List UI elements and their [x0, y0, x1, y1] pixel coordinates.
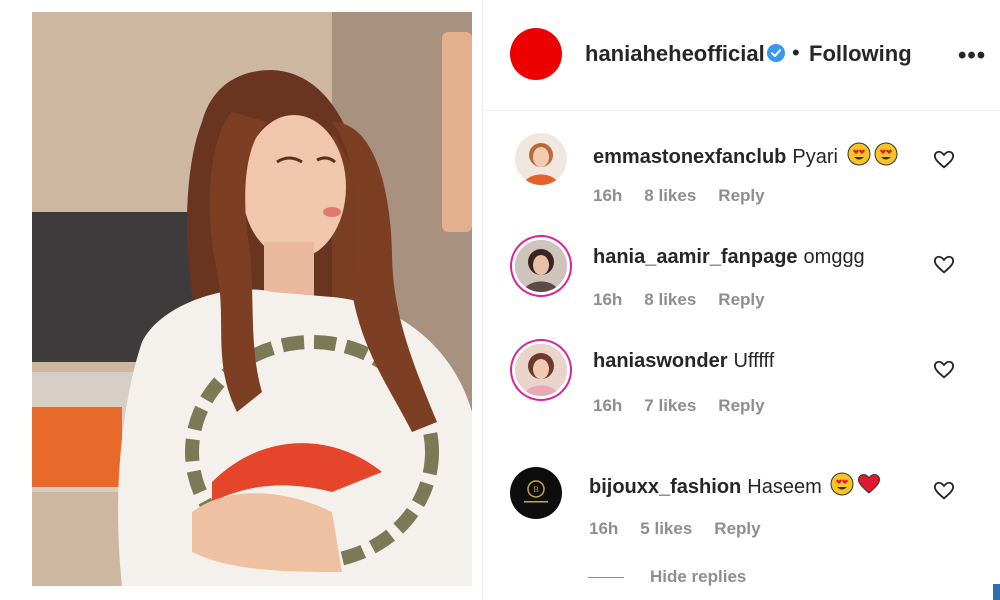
heart-eyes-emoji-icon [847, 142, 871, 166]
comment-line: hania_aamir_fanpage omggg [593, 246, 865, 269]
comment-text: Ufffff [733, 350, 775, 372]
comment-likes[interactable]: 5 likes [640, 519, 692, 538]
like-heart-icon[interactable] [933, 359, 955, 381]
comment-likes[interactable]: 8 likes [644, 290, 696, 309]
post-photo[interactable] [32, 12, 472, 586]
commenter-avatar[interactable] [515, 133, 567, 185]
panel-divider [482, 0, 483, 600]
avatar-image [515, 344, 567, 396]
comment-likes[interactable]: 7 likes [644, 396, 696, 415]
avatar-image: B [510, 467, 562, 519]
comment-time[interactable]: 16h [589, 519, 618, 538]
comment-meta: 16h 5 likes Reply [589, 519, 783, 539]
commenter-avatar[interactable] [515, 344, 567, 396]
comment-meta: 16h 8 likes Reply [593, 290, 787, 310]
avatar-image [515, 133, 567, 185]
comment-item: haniaswonder Ufffff 16h 7 likes Reply [484, 336, 1000, 436]
comment-time[interactable]: 16h [593, 186, 622, 205]
comment-text: omggg [803, 246, 865, 268]
comment-username[interactable]: bijouxx_fashion [589, 476, 741, 498]
more-options-icon[interactable]: ••• [958, 42, 986, 70]
reply-button[interactable]: Reply [718, 396, 764, 415]
heart-eyes-emoji-icon [874, 142, 898, 166]
avatar-image [515, 240, 567, 292]
heart-eyes-emoji-icon [830, 472, 854, 496]
comment-item: hania_aamir_fanpage omggg 16h 8 likes Reply [484, 232, 1000, 332]
replies-divider-line [588, 577, 624, 579]
red-heart-emoji-icon [858, 473, 881, 494]
like-heart-icon[interactable] [933, 254, 955, 276]
reply-button[interactable]: Reply [714, 519, 760, 538]
comment-line: emmastonexfanclub Pyari [593, 142, 898, 169]
comment-meta: 16h 7 likes Reply [593, 396, 787, 416]
comment-username[interactable]: hania_aamir_fanpage [593, 246, 798, 268]
comment-username[interactable]: emmastonexfanclub [593, 146, 786, 168]
following-button[interactable]: Following [809, 41, 912, 67]
like-heart-icon[interactable] [933, 149, 955, 171]
comment-line: bijouxx_fashion Haseem [589, 472, 881, 499]
comment-text: Haseem [747, 476, 822, 498]
reply-button[interactable]: Reply [718, 290, 764, 309]
post-header: haniaheheofficial • Following ••• [484, 0, 1000, 111]
comment-time[interactable]: 16h [593, 396, 622, 415]
hide-replies-label[interactable]: Hide replies [650, 567, 746, 586]
comment-line: haniaswonder Ufffff [593, 350, 774, 373]
header-separator: • [792, 40, 800, 65]
commenter-avatar[interactable]: B [510, 467, 562, 519]
svg-text:B: B [533, 485, 538, 494]
post-photo-illustration [32, 12, 472, 586]
reply-button[interactable]: Reply [718, 186, 764, 205]
like-heart-icon[interactable] [933, 480, 955, 502]
comment-item: emmastonexfanclub Pyari 16h 8 likes Reply [484, 128, 1000, 228]
commenter-avatar[interactable] [515, 240, 567, 292]
comment-username[interactable]: haniaswonder [593, 350, 727, 372]
comment-meta: 16h 8 likes Reply [593, 186, 787, 206]
author-username[interactable]: haniaheheofficial [585, 41, 765, 67]
edge-mark [993, 584, 1000, 600]
comment-item: B bijouxx_fashion Haseem 16h 5 likes Reply [484, 458, 1000, 558]
author-avatar[interactable] [510, 28, 562, 80]
comment-time[interactable]: 16h [593, 290, 622, 309]
comment-text: Pyari [792, 146, 838, 168]
verified-badge-icon [767, 44, 785, 62]
comment-likes[interactable]: 8 likes [644, 186, 696, 205]
hide-replies-button[interactable]: Hide replies [588, 567, 746, 587]
